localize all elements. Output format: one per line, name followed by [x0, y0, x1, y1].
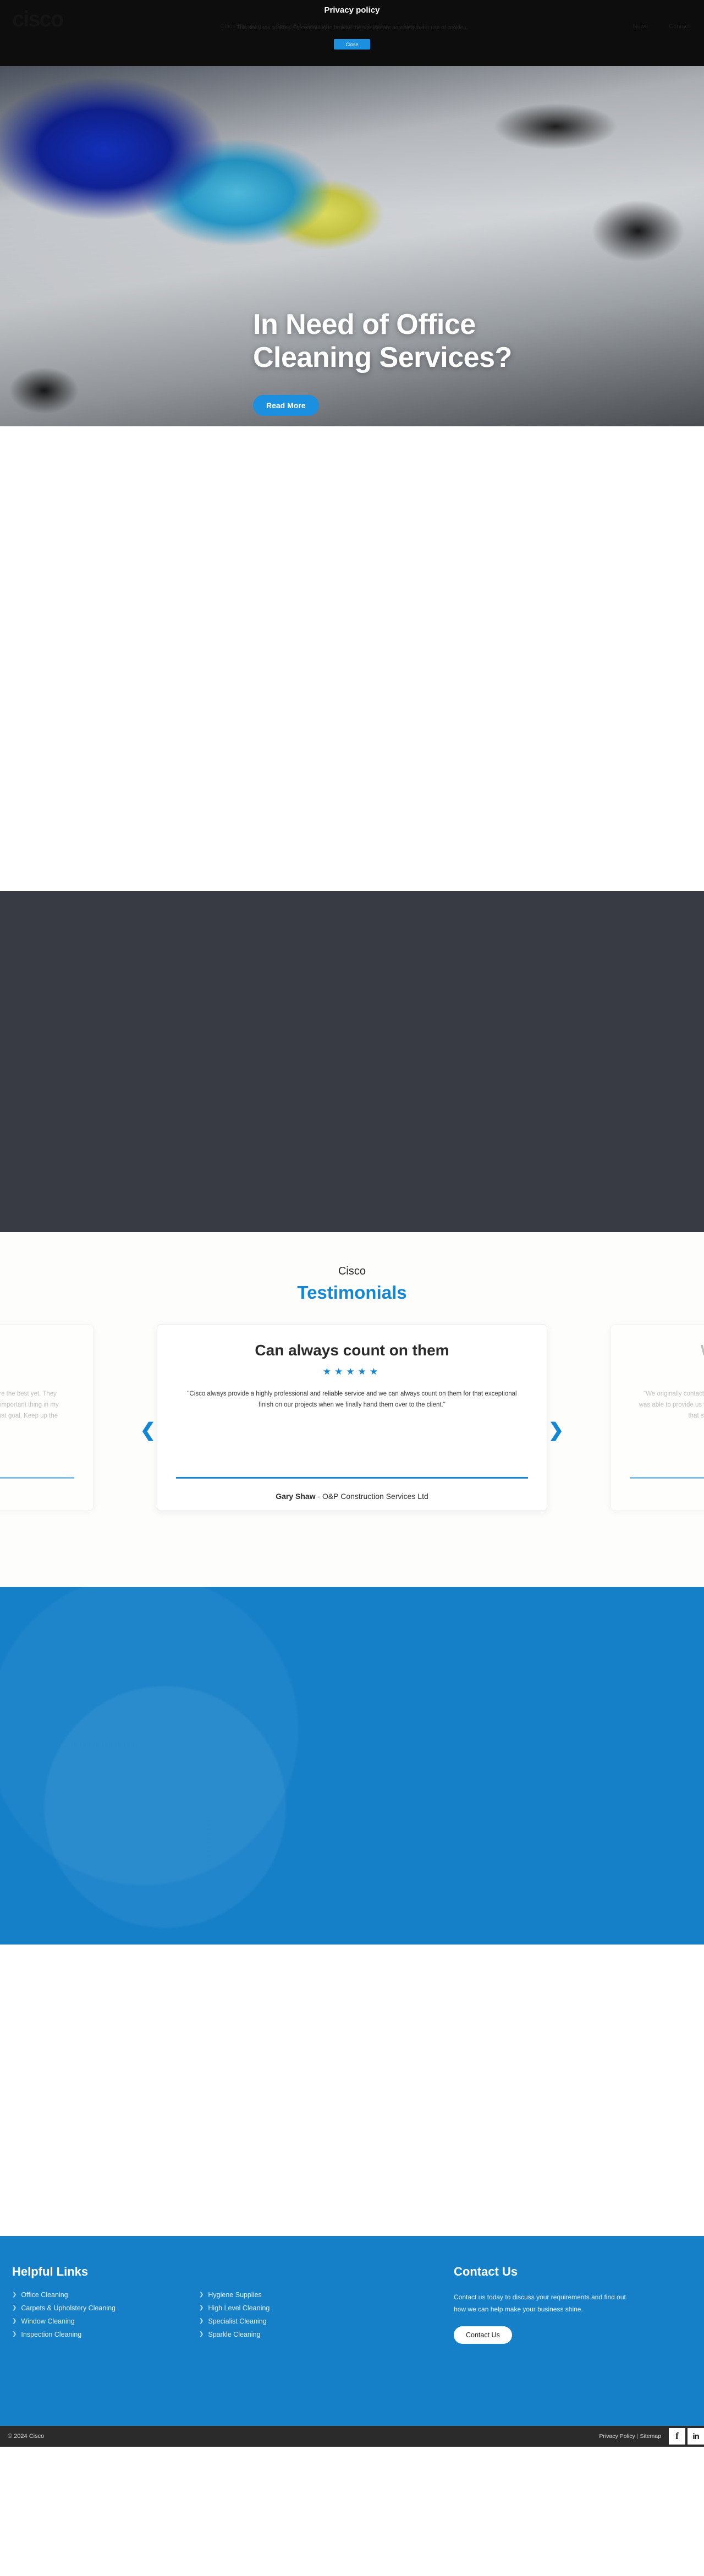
testimonial-divider: [176, 1477, 528, 1479]
testimonials-section: Cisco Testimonials ❮ The best yet ★★★★★ …: [0, 1232, 704, 1587]
empty-content-section: [0, 426, 704, 891]
testimonial-title: The best yet: [0, 1341, 74, 1360]
footer-link-item[interactable]: ❯ Window Cleaning: [12, 2317, 199, 2325]
testimonial-card-active[interactable]: Can always count on them ★★★★★ "Cisco al…: [157, 1324, 547, 1511]
footer-contact-text: Contact us today to discuss your require…: [454, 2293, 626, 2313]
hero-section: In Need of Office Cleaning Services? Rea…: [0, 66, 704, 426]
footer-contact-heading: Contact Us: [454, 2265, 518, 2278]
footer-helpful-links-heading: Helpful Links: [12, 2265, 89, 2278]
testimonial-author: Rachel Mills - Dental Practice: [630, 1492, 704, 1501]
privacy-banner-body: This site uses cookies. By continuing to…: [236, 25, 468, 31]
hero-read-more-button[interactable]: Read More: [253, 395, 319, 416]
testimonial-quote: "We have used many cleaning companies ov…: [0, 1391, 59, 1419]
footer-link-item[interactable]: ❯ Specialist Cleaning: [199, 2317, 353, 2325]
footer-bottom-right: Privacy Policy | Sitemap f in: [599, 2426, 704, 2447]
star-rating-icon: ★★★★★: [0, 1366, 74, 1377]
empty-content-section-2: [0, 1945, 704, 2236]
testimonial-author-company: - O&P Construction Services Ltd: [317, 1492, 428, 1501]
site-logo[interactable]: cisco: [12, 8, 72, 31]
facebook-icon[interactable]: f: [669, 2428, 685, 2445]
testimonial-author: Paul Bennett - JPB Construction & Civil …: [0, 1492, 74, 1501]
hero-content: In Need of Office Cleaning Services? Rea…: [253, 308, 605, 416]
chevron-right-icon: ❯: [12, 2305, 17, 2311]
blue-promo-band: [0, 1587, 704, 1945]
site-header: cisco Office Cleaning Specialist Cleanin…: [0, 0, 704, 66]
chevron-left-icon[interactable]: ❮: [138, 1418, 158, 1443]
nav-item-news[interactable]: News: [633, 23, 648, 30]
footer-link-column-1: ❯ Office Cleaning ❯ Carpets & Upholstery…: [12, 2291, 199, 2344]
privacy-banner-title: Privacy policy: [324, 6, 380, 15]
chevron-right-icon: ❯: [199, 2292, 204, 2298]
site-footer: Helpful Links ❯ Office Cleaning ❯ Carpet…: [0, 2236, 704, 2426]
footer-link-hygiene-supplies[interactable]: Hygiene Supplies: [208, 2291, 261, 2299]
testimonial-card-previous[interactable]: The best yet ★★★★★ "We have used many cl…: [0, 1324, 94, 1511]
secondary-nav: News Contact: [633, 23, 690, 30]
chevron-right-icon: ❯: [199, 2305, 204, 2311]
footer-helpful-links: Helpful Links ❯ Office Cleaning ❯ Carpet…: [12, 2265, 353, 2344]
chevron-right-icon: ❯: [12, 2318, 17, 2324]
testimonials-eyebrow: Cisco: [338, 1265, 366, 1277]
footer-link-item[interactable]: ❯ Office Cleaning: [12, 2291, 199, 2299]
footer-link-sparkle-cleaning[interactable]: Sparkle Cleaning: [208, 2331, 260, 2338]
footer-link-window-cleaning[interactable]: Window Cleaning: [21, 2317, 74, 2325]
star-rating-icon: ★★★★★: [322, 1366, 382, 1377]
footer-link-office-cleaning[interactable]: Office Cleaning: [21, 2291, 68, 2299]
nav-item-contact[interactable]: Contact: [669, 23, 690, 30]
footer-bottom-bar: © 2024 Cisco Privacy Policy | Sitemap f in: [0, 2426, 704, 2447]
footer-link-item[interactable]: ❯ Inspection Cleaning: [12, 2331, 199, 2338]
sitemap-link[interactable]: Sitemap: [640, 2433, 661, 2440]
footer-contact: Contact Us Contact us today to discuss y…: [454, 2265, 635, 2344]
testimonial-quote: "Cisco always provide a highly professio…: [187, 1391, 517, 1408]
footer-link-columns: ❯ Office Cleaning ❯ Carpets & Upholstery…: [12, 2291, 353, 2344]
testimonials-heading: Testimonials: [297, 1282, 407, 1303]
chevron-right-icon: ❯: [199, 2318, 204, 2324]
hero-title: In Need of Office Cleaning Services?: [253, 309, 512, 374]
testimonial-author: Gary Shaw - O&P Construction Services Lt…: [176, 1492, 528, 1501]
copyright-text: © 2024 Cisco: [8, 2433, 45, 2440]
chevron-right-icon: ❯: [12, 2331, 17, 2337]
testimonial-card-next[interactable]: Would definitely recommend ★★★★★ "We ori…: [610, 1324, 704, 1511]
chevron-right-icon[interactable]: ❯: [546, 1418, 566, 1443]
footer-link-high-level-cleaning[interactable]: High Level Cleaning: [208, 2304, 270, 2312]
footer-link-carpets-upholstery-cleaning[interactable]: Carpets & Upholstery Cleaning: [21, 2304, 116, 2312]
testimonial-quote: "We originally contacted Cisco to carry …: [639, 1391, 704, 1419]
testimonial-title: Can always count on them: [255, 1342, 449, 1359]
testimonial-divider: [630, 1477, 704, 1479]
star-rating-icon: ★★★★★: [630, 1366, 704, 1377]
testimonial-author-name: Gary Shaw: [276, 1492, 316, 1501]
footer-contact-button[interactable]: Contact Us: [454, 2326, 512, 2344]
privacy-banner: Privacy policy This site uses cookies. B…: [0, 0, 704, 66]
header-inner: cisco Office Cleaning Specialist Cleanin…: [0, 0, 704, 66]
linkedin-icon[interactable]: in: [688, 2428, 704, 2445]
legal-links: Privacy Policy | Sitemap: [599, 2433, 661, 2440]
legal-links-separator: |: [636, 2433, 639, 2440]
footer-link-item[interactable]: ❯ Sparkle Cleaning: [199, 2331, 353, 2338]
chevron-right-icon: ❯: [12, 2292, 17, 2298]
testimonial-divider: [0, 1477, 74, 1479]
footer-link-inspection-cleaning[interactable]: Inspection Cleaning: [21, 2331, 81, 2338]
testimonials-carousel: ❮ The best yet ★★★★★ "We have used many …: [0, 1324, 704, 1555]
testimonial-title: Would definitely recommend: [630, 1341, 704, 1360]
privacy-policy-link[interactable]: Privacy Policy: [599, 2433, 635, 2440]
footer-inner: Helpful Links ❯ Office Cleaning ❯ Carpet…: [0, 2236, 704, 2426]
footer-link-item[interactable]: ❯ Hygiene Supplies: [199, 2291, 353, 2299]
footer-link-specialist-cleaning[interactable]: Specialist Cleaning: [208, 2317, 266, 2325]
footer-link-item[interactable]: ❯ High Level Cleaning: [199, 2304, 353, 2312]
chevron-right-icon: ❯: [199, 2331, 204, 2337]
footer-link-column-2: ❯ Hygiene Supplies ❯ High Level Cleaning…: [199, 2291, 353, 2344]
dark-banner-section: [0, 891, 704, 1232]
footer-link-item[interactable]: ❯ Carpets & Upholstery Cleaning: [12, 2304, 199, 2312]
privacy-close-button[interactable]: Close: [334, 39, 370, 50]
